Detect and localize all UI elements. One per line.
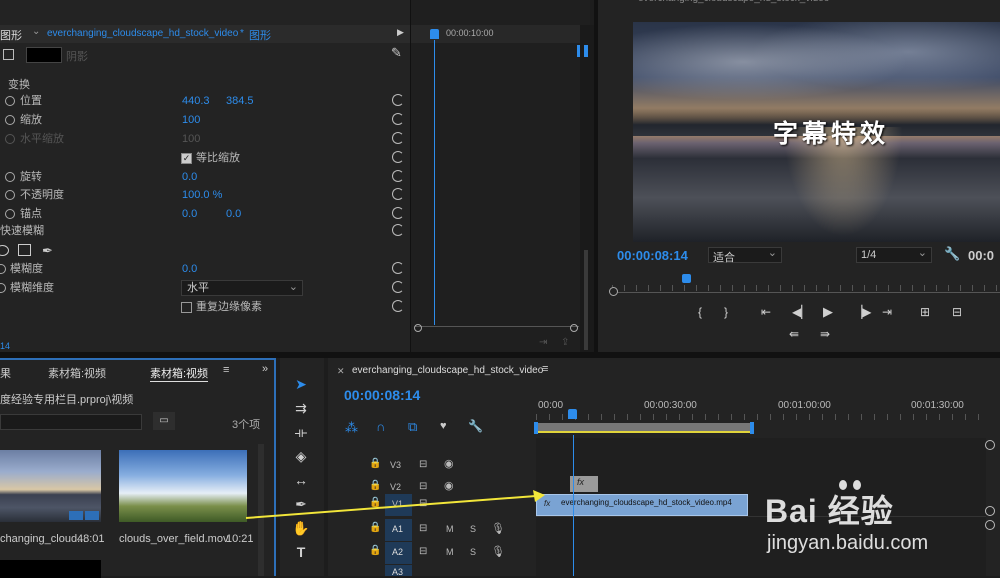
paw-icon [831,480,871,520]
watermark-url: jingyan.baidu.com [767,532,929,554]
arrow-head [533,490,545,502]
paw-toe [853,480,861,490]
watermark-brand: Bai 经验 [765,493,894,529]
arrow-shaft [245,495,537,519]
baidu-watermark: Bai 经验 jingyan.baidu.com [765,478,995,558]
paw-toe [839,480,847,490]
